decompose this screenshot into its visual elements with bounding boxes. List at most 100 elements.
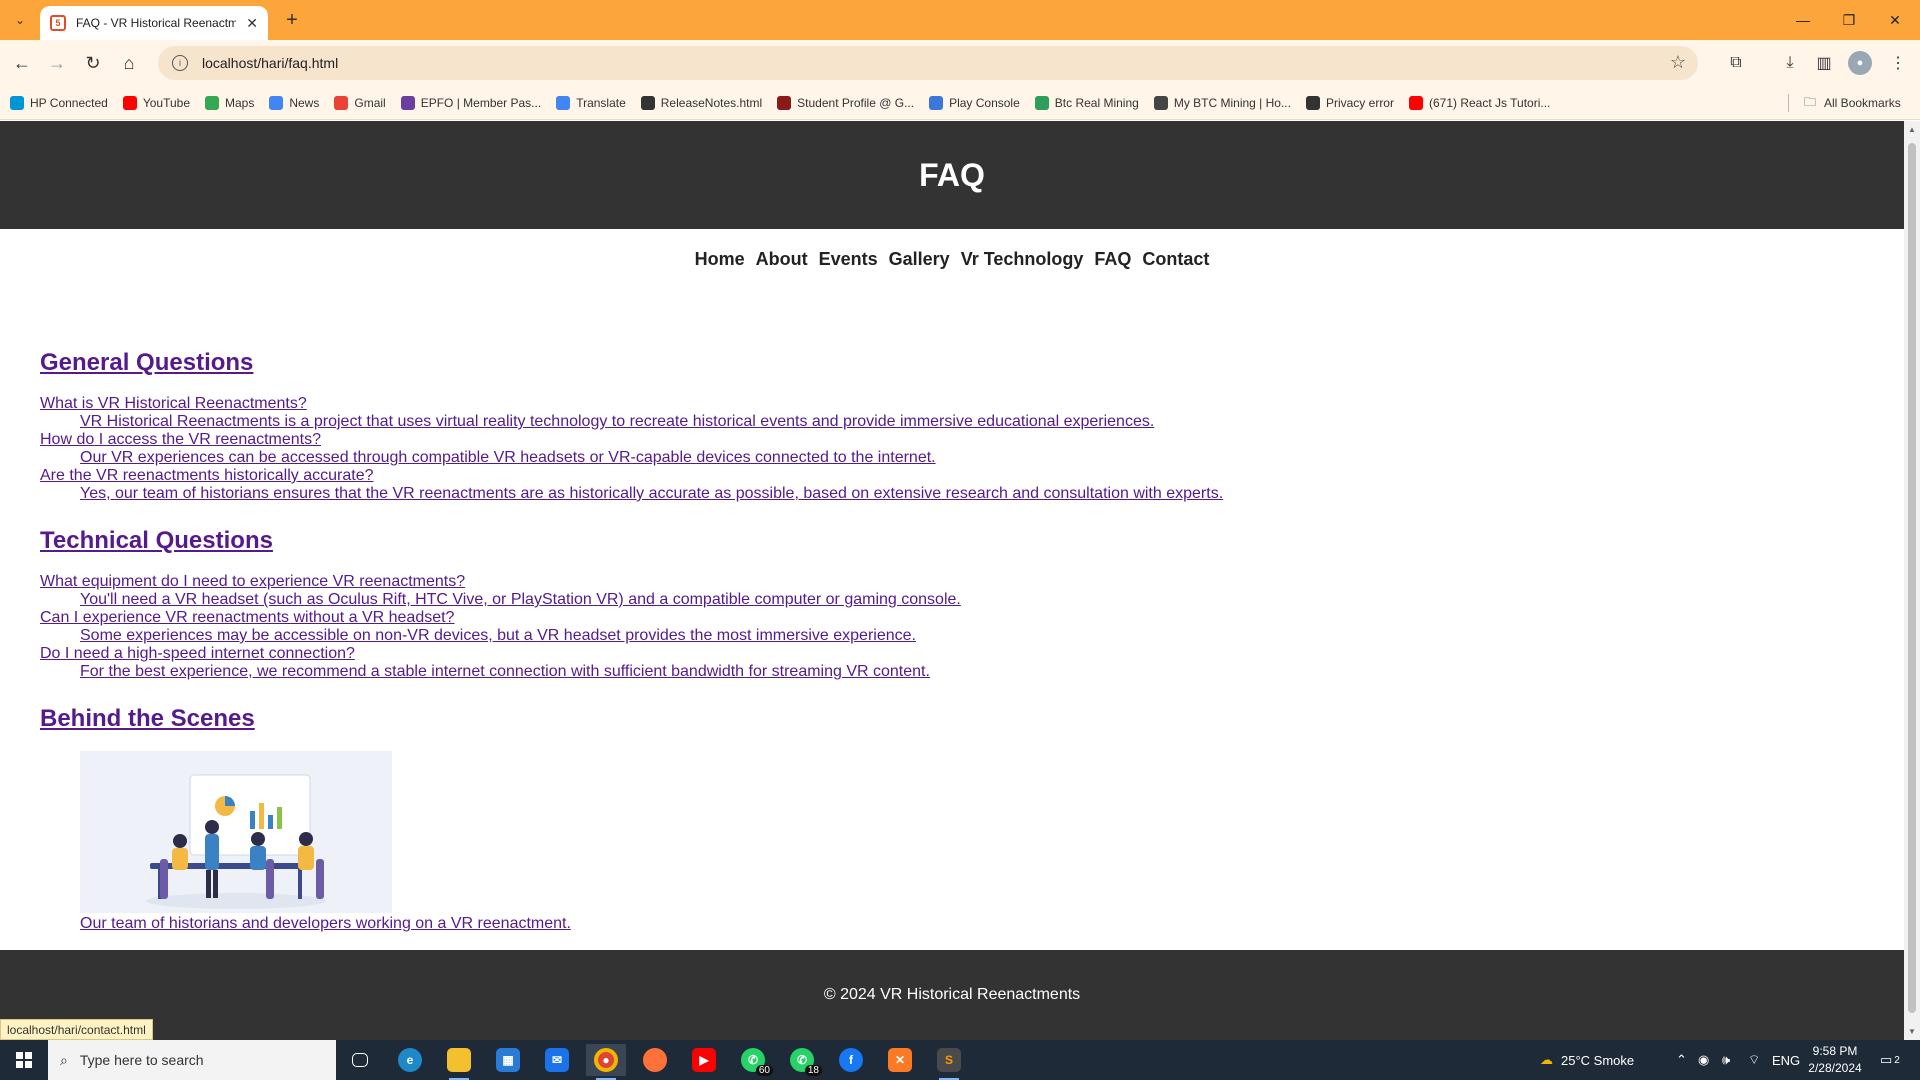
- reload-icon[interactable]: ↻: [79, 49, 107, 77]
- back-icon[interactable]: ←: [8, 49, 36, 77]
- sublime-text-icon[interactable]: S: [929, 1044, 969, 1080]
- bookmark-item[interactable]: ReleaseNotes.html: [640, 95, 762, 110]
- chrome-icon[interactable]: ●: [586, 1044, 626, 1080]
- btc-icon: [1034, 95, 1049, 110]
- scroll-up-icon[interactable]: ▲: [1908, 125, 1916, 134]
- start-button[interactable]: [0, 1040, 48, 1080]
- notifications-count: 2: [1894, 1054, 1900, 1066]
- bookmark-item[interactable]: Maps: [205, 95, 254, 110]
- home-icon[interactable]: ⌂: [115, 49, 143, 77]
- weather-text: 25°C Smoke: [1561, 1052, 1635, 1068]
- store-icon[interactable]: ▦: [488, 1044, 528, 1076]
- taskbar-search[interactable]: ⌕ Type here to search: [48, 1040, 336, 1080]
- bookmark-item[interactable]: Gmail: [334, 95, 386, 110]
- new-tab-icon[interactable]: +: [280, 8, 304, 32]
- taskbar-clock[interactable]: 9:58 PM 2/28/2024: [1800, 1043, 1870, 1077]
- page-scrollbar[interactable]: ▲ ▼: [1904, 121, 1920, 1040]
- bookmark-item[interactable]: Translate: [556, 95, 626, 110]
- nav-link-events[interactable]: Events: [819, 249, 878, 313]
- youtube-app-icon[interactable]: ▶: [684, 1044, 724, 1076]
- bookmark-item[interactable]: EPFO | Member Pas...: [400, 95, 541, 110]
- close-window-icon[interactable]: ✕: [1872, 6, 1918, 34]
- restore-icon[interactable]: ❐: [1826, 6, 1872, 34]
- address-url[interactable]: localhost/hari/faq.html: [202, 55, 338, 71]
- bookmark-item[interactable]: News: [269, 95, 319, 110]
- faq-answer[interactable]: Some experiences may be accessible on no…: [80, 627, 1904, 645]
- minimize-icon[interactable]: —: [1780, 6, 1826, 34]
- notifications-icon[interactable]: ▭ 2: [1880, 1040, 1900, 1080]
- download-icon[interactable]: ⤓: [1778, 51, 1802, 75]
- bookmark-item[interactable]: Btc Real Mining: [1034, 95, 1139, 110]
- close-tab-icon[interactable]: ✕: [246, 15, 258, 32]
- extensions-icon[interactable]: ⧉: [1724, 51, 1748, 75]
- bookmarks-separator: [1788, 94, 1789, 112]
- faq-question[interactable]: What is VR Historical Reenactments?: [40, 395, 1904, 413]
- hp-icon: [10, 95, 24, 110]
- bookmark-item[interactable]: YouTube: [122, 95, 190, 110]
- nav-link-faq[interactable]: FAQ: [1094, 249, 1131, 313]
- all-bookmarks-button[interactable]: 🗀 All Bookmarks: [1804, 86, 1901, 120]
- bookmark-item[interactable]: HP Connected: [10, 95, 108, 110]
- profile-avatar[interactable]: ●: [1848, 51, 1872, 75]
- bookmark-label: Translate: [576, 95, 626, 110]
- faq-question[interactable]: Are the VR reenactments historically acc…: [40, 467, 1904, 485]
- faq-answer[interactable]: You'll need a VR headset (such as Oculus…: [80, 591, 1904, 609]
- whatsapp-badge: 60: [755, 1065, 773, 1076]
- nav-link-contact[interactable]: Contact: [1142, 249, 1209, 313]
- xampp-icon[interactable]: ✕: [880, 1044, 920, 1076]
- language-indicator[interactable]: ENG: [1772, 1040, 1800, 1080]
- tab-search-icon[interactable]: ⌄: [8, 8, 32, 32]
- side-panel-icon[interactable]: ▥: [1812, 51, 1836, 75]
- faq-answer[interactable]: Yes, our team of historians ensures that…: [80, 485, 1904, 503]
- task-view-icon[interactable]: [340, 1044, 380, 1076]
- forward-icon[interactable]: →: [43, 49, 71, 77]
- bookmark-star-icon[interactable]: ☆: [1670, 52, 1686, 73]
- nav-link-home[interactable]: Home: [695, 249, 745, 313]
- edge-icon[interactable]: e: [390, 1044, 430, 1076]
- section-heading[interactable]: Technical Questions: [40, 527, 1904, 555]
- section-heading[interactable]: General Questions: [40, 349, 1904, 377]
- nav-link-gallery[interactable]: Gallery: [889, 249, 950, 313]
- figure-caption[interactable]: Our team of historians and developers wo…: [80, 915, 1904, 933]
- bookmark-item[interactable]: My BTC Mining | Ho...: [1153, 95, 1291, 110]
- wifi-icon[interactable]: ⌔: [1748, 1040, 1760, 1080]
- folder-icon: 🗀: [1804, 94, 1817, 109]
- site-info-icon[interactable]: i: [172, 55, 188, 71]
- faq-answer[interactable]: Our VR experiences can be accessed throu…: [80, 449, 1904, 467]
- faq-question[interactable]: How do I access the VR reenactments?: [40, 431, 1904, 449]
- scroll-thumb[interactable]: [1908, 143, 1916, 1013]
- faq-answer[interactable]: VR Historical Reenactments is a project …: [80, 413, 1904, 431]
- whatsapp-business-icon[interactable]: ✆ 18: [782, 1044, 822, 1076]
- nav-link-about[interactable]: About: [756, 249, 808, 313]
- whatsapp-icon[interactable]: ✆ 60: [733, 1044, 773, 1076]
- bookmark-item[interactable]: Play Console: [929, 95, 1020, 110]
- team-illustration: [80, 751, 392, 913]
- location-icon[interactable]: ◉: [1698, 1040, 1709, 1080]
- nav-link-vr-technology[interactable]: Vr Technology: [961, 249, 1084, 313]
- bookmark-item[interactable]: Privacy error: [1305, 95, 1394, 110]
- firefox-icon[interactable]: [635, 1044, 675, 1076]
- file-explorer-icon[interactable]: [439, 1044, 479, 1080]
- behind-scenes-figure[interactable]: Our team of historians and developers wo…: [80, 751, 1904, 933]
- tray-chevron-icon[interactable]: ⌃: [1676, 1040, 1687, 1080]
- bookmark-label: Privacy error: [1325, 95, 1394, 110]
- faq-question[interactable]: What equipment do I need to experience V…: [40, 573, 1904, 591]
- volume-icon[interactable]: 🕪: [1722, 1040, 1730, 1080]
- page-title: FAQ: [919, 156, 985, 193]
- bookmark-item[interactable]: (671) React Js Tutori...: [1408, 95, 1550, 110]
- faq-answer[interactable]: For the best experience, we recommend a …: [80, 663, 1904, 681]
- behind-scenes-heading[interactable]: Behind the Scenes: [40, 705, 1904, 733]
- faq-question[interactable]: Can I experience VR reenactments without…: [40, 609, 1904, 627]
- faq-list: What is VR Historical Reenactments? VR Hi…: [40, 395, 1904, 503]
- bookmark-label: Student Profile @ G...: [797, 95, 915, 110]
- globe-icon: [640, 95, 655, 110]
- faq-question[interactable]: Do I need a high-speed internet connecti…: [40, 645, 1904, 663]
- weather-widget[interactable]: ☁ 25°C Smoke: [1540, 1040, 1634, 1080]
- menu-icon[interactable]: ⋮: [1886, 51, 1910, 75]
- mail-icon[interactable]: ✉: [537, 1044, 577, 1076]
- scroll-down-icon[interactable]: ▼: [1908, 1027, 1916, 1036]
- browser-tab[interactable]: 5 FAQ - VR Historical Reenactments ✕: [40, 6, 268, 40]
- facebook-icon[interactable]: f: [831, 1044, 871, 1076]
- address-bar[interactable]: i localhost/hari/faq.html ☆: [158, 46, 1698, 80]
- bookmark-item[interactable]: Student Profile @ G...: [777, 95, 915, 110]
